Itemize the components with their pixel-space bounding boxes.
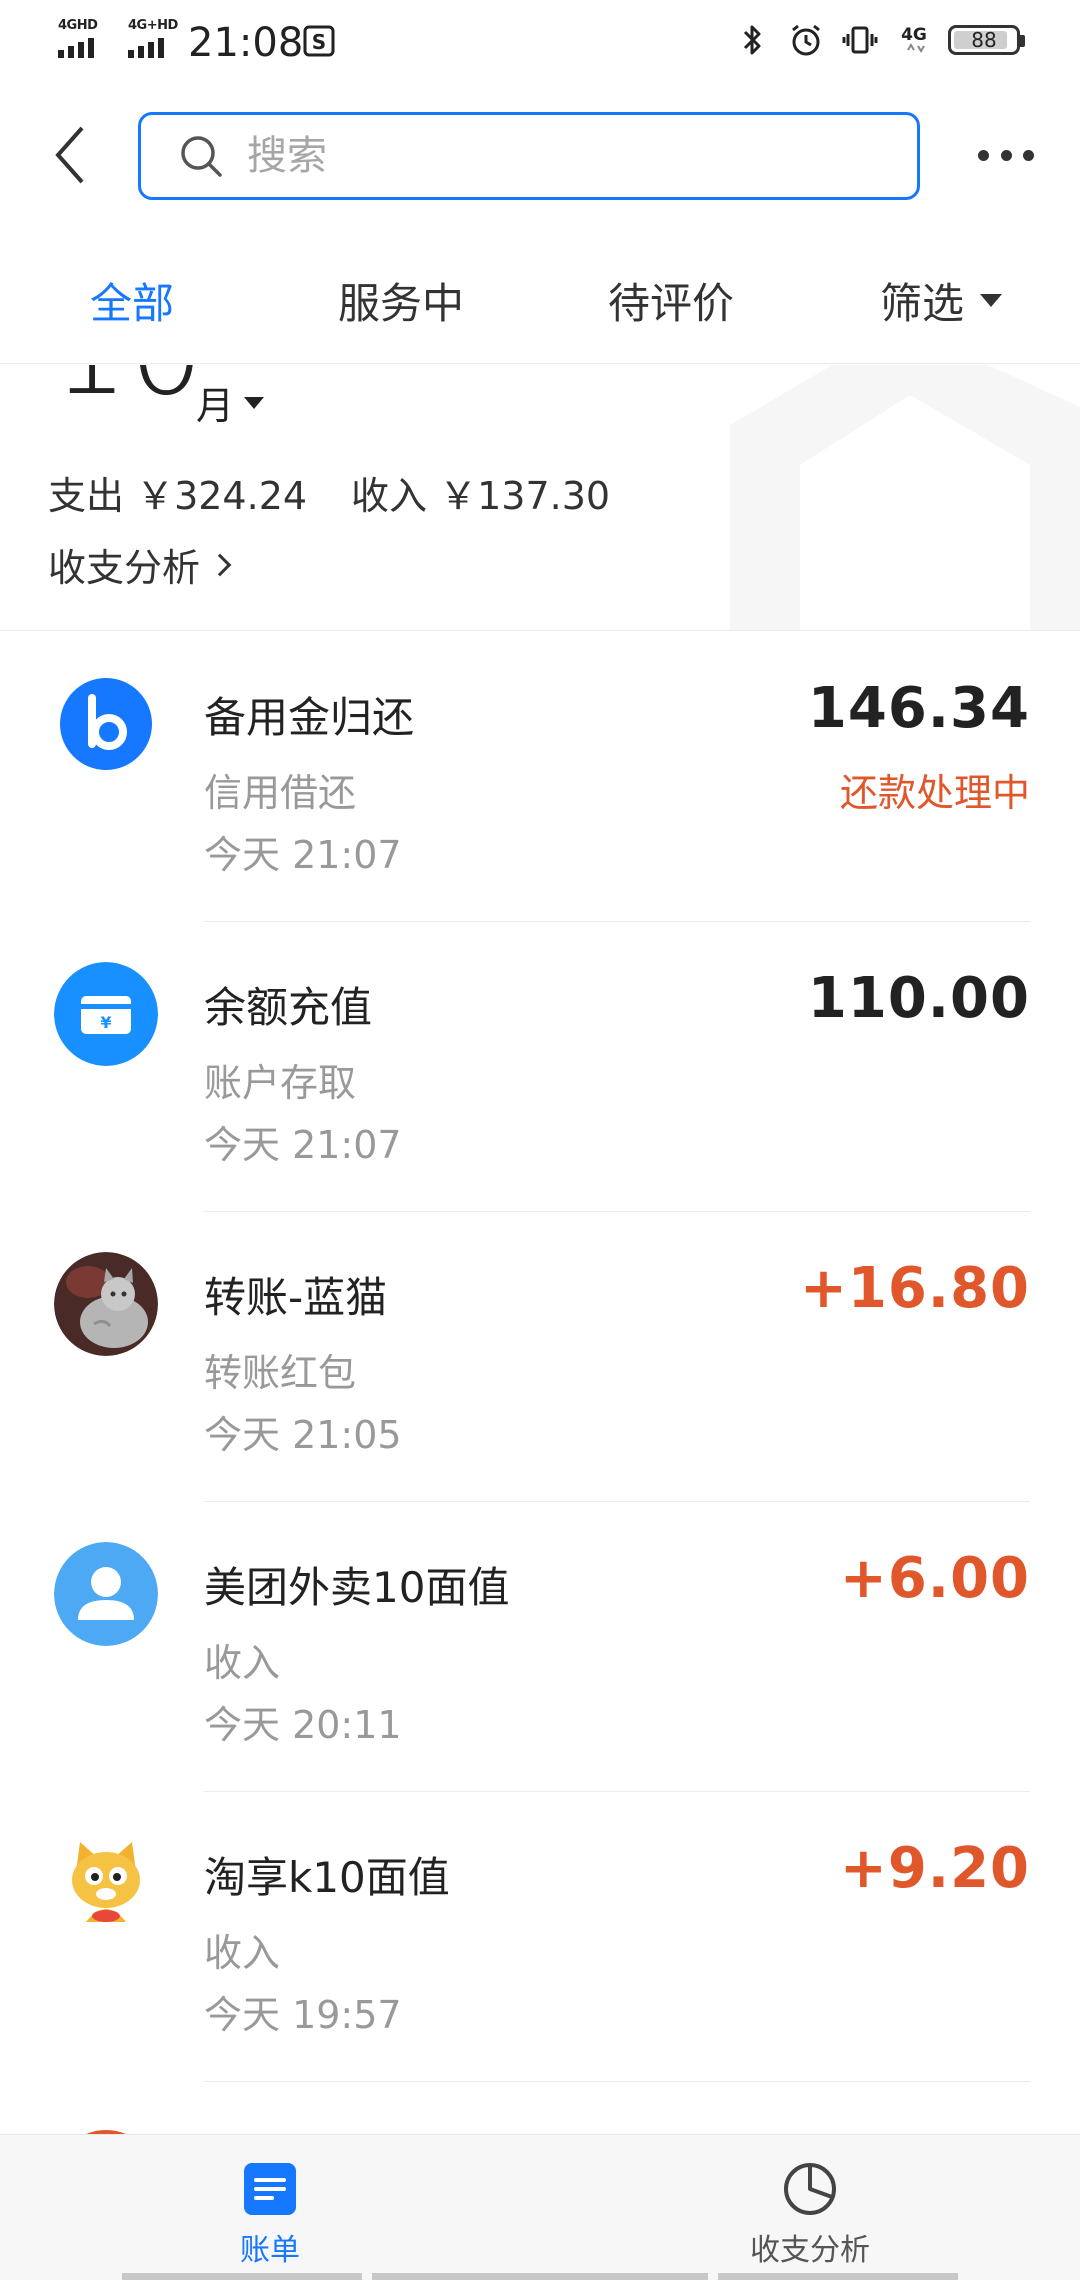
tab-to-review[interactable]: 待评价 [608, 270, 734, 331]
transaction-category: 收入 [204, 1931, 281, 1975]
signal-2: 4G+HD [128, 18, 182, 58]
bill-icon [244, 2163, 296, 2215]
default-user-icon [54, 1542, 158, 1646]
status-bar: 4GHD 4G+HD 21:08 S 4G 88 [0, 0, 1080, 88]
svg-text:S: S [312, 30, 326, 54]
transaction-list: 备用金归还 信用借还 今天 21:07 146.34 还款处理中 ¥ 余额充值 … [0, 632, 1080, 2152]
cat-photo-avatar [54, 1252, 158, 1356]
month-number: 10 [52, 365, 205, 413]
transaction-amount: 146.34 [807, 676, 1030, 741]
tab-filter[interactable]: 筛选 [880, 270, 1003, 331]
transaction-category: 收入 [204, 1641, 281, 1685]
signal-indicators: 4GHD 4G+HD [58, 18, 182, 58]
search-box[interactable] [138, 112, 920, 200]
filter-tabs: 全部 服务中 待评价 筛选 [0, 254, 1080, 364]
battery-icon: 88 [948, 25, 1025, 55]
back-arrow-icon[interactable] [46, 122, 96, 188]
transaction-amount: +9.20 [839, 1836, 1030, 1901]
transaction-row[interactable]: ¥ 余额充值 账户存取 今天 21:07 110.00 [0, 922, 1080, 1212]
tab-filter-label: 筛选 [880, 279, 965, 328]
month-selector[interactable]: 月 [196, 375, 265, 430]
transaction-amount: +6.00 [839, 1546, 1030, 1611]
transaction-time: 今天 21:07 [204, 833, 402, 877]
transaction-time: 今天 19:57 [204, 1993, 402, 2037]
signal-2-label: 4G+HD [128, 18, 178, 33]
network-4g-icon: 4G [901, 25, 927, 53]
more-options-icon[interactable] [978, 140, 1034, 170]
tab-bill[interactable]: 账单 [170, 2161, 370, 2269]
tab-in-service[interactable]: 服务中 [338, 270, 464, 331]
transaction-time: 今天 21:07 [204, 1123, 402, 1167]
transaction-category: 账户存取 [204, 1061, 357, 1105]
cartoon-cat-avatar [54, 1832, 158, 1936]
nav-indicator [372, 2273, 708, 2280]
transaction-title: 余额充值 [204, 983, 373, 1032]
vibrate-icon [842, 26, 878, 54]
transaction-row[interactable]: 淘享k10面值 收入 今天 19:57 +9.20 [0, 1792, 1080, 2082]
search-icon [181, 136, 222, 177]
signal-1: 4GHD [58, 18, 112, 58]
transaction-category: 转账红包 [204, 1351, 357, 1395]
tab-analysis-label: 收支分析 [750, 2233, 870, 2268]
month-summary: 10 月 支出 ￥324.24 收入 ￥137.30 收支分析 [0, 365, 1080, 631]
clock: 21:08 [188, 20, 304, 66]
transaction-title: 备用金归还 [204, 693, 415, 742]
b-logo-icon [60, 678, 152, 770]
bottom-tab-bar: 账单 收支分析 [0, 2134, 1080, 2280]
transaction-title: 转账-蓝猫 [204, 1273, 388, 1322]
income-total: 收入 ￥137.30 [351, 474, 611, 518]
alarm-icon [792, 24, 820, 56]
battery-level: 88 [971, 28, 997, 52]
caret-down-icon [980, 294, 1003, 307]
wallet-card-icon: ¥ [54, 962, 158, 1066]
chevron-right-icon [208, 553, 232, 576]
month-totals: 支出 ￥324.24 收入 ￥137.30 [48, 465, 610, 520]
analysis-link[interactable]: 收支分析 [48, 537, 232, 592]
transaction-status: 还款处理中 [839, 771, 1030, 815]
background-watermark [730, 365, 1080, 630]
bluetooth-icon [743, 25, 761, 55]
tab-analysis[interactable]: 收支分析 [710, 2161, 910, 2269]
transaction-category: 信用借还 [204, 771, 357, 815]
transaction-time: 今天 20:11 [204, 1703, 402, 1747]
svg-text:¥: ¥ [100, 1013, 111, 1032]
transaction-title: 淘享k10面值 [204, 1853, 450, 1902]
header [0, 100, 1080, 210]
network-4g-label: 4G [901, 25, 927, 45]
nav-indicator [122, 2273, 362, 2280]
app-notification-icon: S [303, 25, 335, 57]
tab-bill-label: 账单 [240, 2233, 300, 2268]
transaction-time: 今天 21:05 [204, 1413, 402, 1457]
transaction-row[interactable]: 转账-蓝猫 转账红包 今天 21:05 +16.80 [0, 1212, 1080, 1502]
nav-indicator [718, 2273, 958, 2280]
signal-1-label: 4GHD [58, 18, 98, 33]
transaction-row[interactable]: 美团外卖10面值 收入 今天 20:11 +6.00 [0, 1502, 1080, 1792]
transaction-title: 美团外卖10面值 [204, 1563, 510, 1612]
tab-all[interactable]: 全部 [90, 270, 174, 331]
expense-total: 支出 ￥324.24 [48, 474, 308, 518]
month-unit-label: 月 [196, 384, 235, 428]
search-input[interactable] [247, 133, 847, 179]
transaction-amount: 110.00 [807, 966, 1030, 1031]
pie-chart-icon [784, 2163, 836, 2215]
analysis-link-label: 收支分析 [48, 546, 201, 590]
transaction-amount: +16.80 [799, 1256, 1030, 1321]
caret-down-icon [244, 396, 265, 409]
transaction-row[interactable]: 备用金归还 信用借还 今天 21:07 146.34 还款处理中 [0, 632, 1080, 922]
